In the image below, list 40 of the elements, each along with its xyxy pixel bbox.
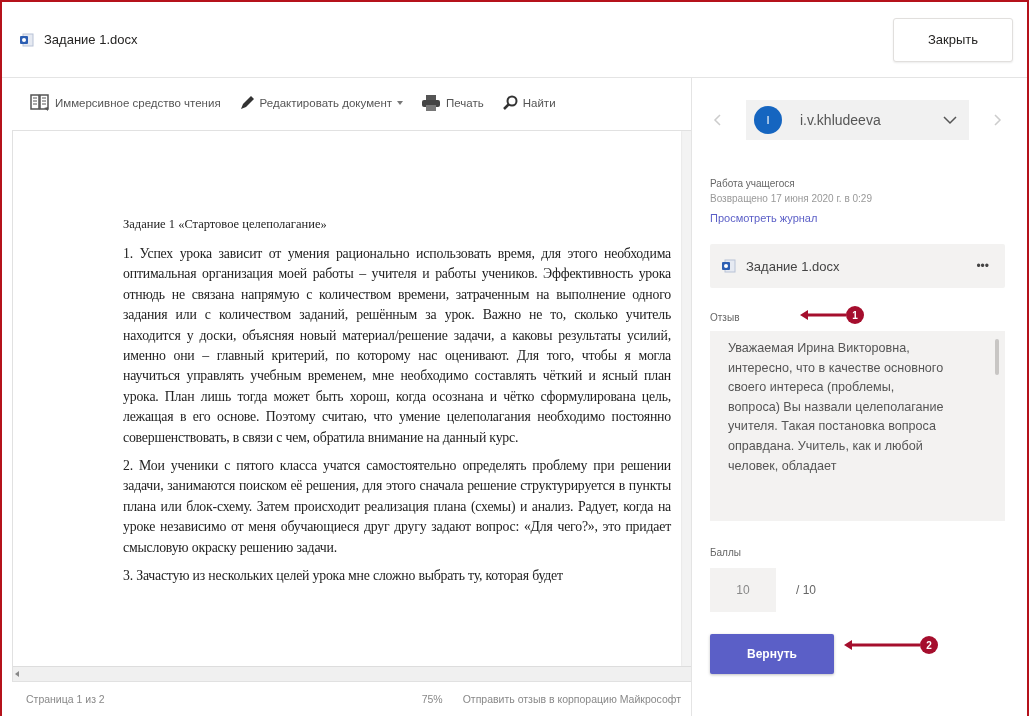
student-dropdown[interactable]: I i.v.khludeeva	[746, 100, 969, 140]
print-button[interactable]: Печать	[421, 95, 484, 111]
document-heading: Задание 1 «Стартовое целеполагание»	[123, 217, 328, 232]
annotation-marker: 2	[920, 636, 938, 654]
returned-date: Возвращено 17 июня 2020 г. в 0:29	[710, 192, 872, 206]
caret-icon	[397, 101, 404, 105]
attachment-name: Задание 1.docx	[746, 258, 841, 274]
scroll-left-icon[interactable]	[13, 669, 21, 679]
student-avatar: I	[754, 106, 782, 134]
feedback-label: Отзыв	[710, 312, 740, 323]
zoom-level: 75%	[421, 693, 443, 705]
annotation-marker: 1	[846, 306, 864, 324]
document-paragraph: 1. Успех урока зависит от умения рационально использовать время, для этого необходима оптимальная организация моей работы – учителя и работы учеников. Эффективность урока отнюдь не связана напрямую с количеством времени, затраченным на выполнение одного задания или с количеством заданий, решённым за урок. Важно не то, сколько учитель находится у доски, объясняя новый материал/решение задачи, а каковы результаты усилий, именно они – главный критерий, по которому нас оценивают. Для того, чтобы я могла научиться управлять учебным временем, мне необходимо составлять чёткий и ясный план урока. План лишь тогда может быть хорош, когда осознана и чётко сформулирована цель, лежащая в его основе. Поэтому считаю, что умение целеполагания необходимо постоянно совершенствовать, в связи с чем, обратила внимание на данный курс.	[123, 245, 671, 447]
document-paragraph: 3. Зачастую из нескольких целей урока мне сложно выбрать ту, которая будет	[123, 567, 564, 586]
pencil-icon	[238, 95, 255, 111]
edit-document-button[interactable]: Редактировать документ	[238, 95, 404, 111]
file-title: Задание 1.docx	[44, 32, 138, 47]
attachment-card[interactable]: Задание 1.docx •••	[710, 244, 1005, 288]
points-label: Баллы	[710, 547, 741, 558]
feedback-link[interactable]: Отправить отзыв в корпорацию Майкрософт	[462, 693, 681, 705]
search-icon	[501, 95, 518, 111]
book-icon	[30, 94, 50, 112]
feedback-field[interactable]: Уважаемая Ирина Викторовна, интересно, что в качестве основного своего интереса (проблемы, вопроса) Вы назвали целеполагание учителя. Такая постановка вопроса оправдана. Учитель, как и любой человек, обладает	[710, 331, 1005, 521]
page-count: Страница 1 из 2	[26, 693, 106, 705]
return-button[interactable]: Вернуть	[710, 634, 834, 674]
find-button[interactable]: Найти	[501, 95, 556, 111]
more-button[interactable]: •••	[976, 259, 989, 273]
document-paragraph: 2. Мои ученики с пятого класса учатся самостоятельно определять проблему при решении задачи, занимаются поиском её решения, для этого сначала решение структурируется в пункты плана или блок-схему. Затем происходит реализация плана (схемы) и анализ. Радует, когда на уроке независимо от меня обучающиеся друг другу задают вопрос: «Для чего?», это придает смысловую окраску решению задачи.	[123, 457, 671, 557]
points-max: / 10	[796, 583, 816, 597]
student-name: i.v.khludeeva	[800, 112, 882, 128]
arrow-icon	[844, 640, 920, 650]
printer-icon	[421, 95, 442, 111]
word-file-icon	[722, 259, 736, 273]
word-file-icon	[20, 32, 34, 47]
close-button[interactable]: Закрыть	[893, 17, 1013, 62]
chevron-down-icon	[943, 115, 957, 125]
history-link[interactable]: Просмотреть журнал	[710, 212, 818, 224]
arrow-icon	[800, 310, 846, 320]
immersive-reader-button[interactable]: Иммерсивное средство чтения	[30, 94, 221, 112]
work-title: Работа учащегося	[710, 177, 795, 191]
